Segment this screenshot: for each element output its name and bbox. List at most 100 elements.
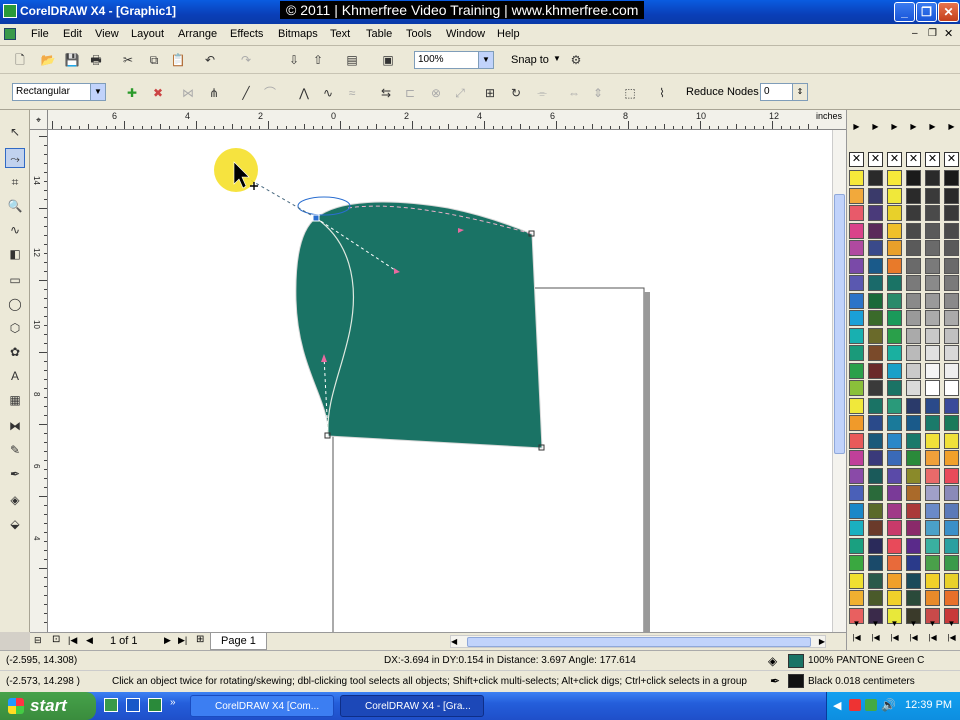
palette-swatch[interactable] [868, 537, 883, 554]
paste-icon[interactable]: 📋 [170, 52, 186, 68]
no-color-swatch[interactable]: ✕ [868, 152, 883, 167]
palette-swatch[interactable] [925, 555, 940, 571]
palette-swatch[interactable] [849, 380, 864, 396]
palette-swatch[interactable] [906, 467, 921, 484]
extract-subpath-icon[interactable]: ⊗ [428, 85, 444, 101]
palette-end-icon[interactable]: |◀ [868, 632, 883, 644]
palette-scroll-down-icon[interactable]: ▼ [906, 618, 921, 630]
quicklaunch-app-icon[interactable] [148, 698, 162, 712]
palette-swatch[interactable] [906, 502, 921, 519]
palette-swatch[interactable] [849, 257, 864, 274]
no-color-swatch[interactable]: ✕ [906, 152, 921, 167]
palette-swatch[interactable] [906, 345, 921, 361]
palette-swatch[interactable] [868, 240, 883, 256]
palette-swatch[interactable] [906, 187, 921, 204]
palette-swatch[interactable] [868, 380, 883, 396]
palette-swatch[interactable] [925, 292, 940, 309]
smooth-node-icon[interactable]: ∿ [320, 85, 336, 101]
palette-swatch[interactable] [925, 572, 940, 589]
palette-scroll-down-icon[interactable]: ▼ [925, 618, 940, 630]
fill-color-swatch[interactable] [788, 654, 804, 668]
palette-swatch[interactable] [887, 362, 902, 379]
scroll-left-icon[interactable]: ◀ [451, 637, 457, 646]
palette-swatch[interactable] [906, 380, 921, 396]
palette-swatch[interactable] [906, 432, 921, 449]
palette-swatch[interactable] [925, 205, 940, 221]
snap-to-button[interactable]: Snap to [511, 54, 549, 66]
drawing-canvas[interactable] [48, 130, 832, 632]
doc-restore-icon[interactable]: ❐ [928, 28, 937, 39]
edited-curve-shape[interactable] [295, 201, 543, 449]
palette-swatch[interactable] [925, 520, 940, 536]
crop-tool-icon[interactable]: ⌗ [5, 172, 25, 192]
palette-swatch[interactable] [868, 310, 883, 326]
palette-scroll-down-icon[interactable]: ▼ [887, 618, 902, 630]
palette-swatch[interactable] [925, 537, 940, 554]
palette-swatch[interactable] [887, 502, 902, 519]
palette-swatch[interactable] [944, 240, 959, 256]
palette-swatch[interactable] [849, 432, 864, 449]
palette-swatch[interactable] [849, 572, 864, 589]
shape-tool-icon[interactable]: ⤳ [5, 148, 25, 168]
basic-shapes-tool-icon[interactable]: ✿ [5, 342, 25, 362]
vertical-ruler[interactable]: 14 12 10 8 6 4 [30, 130, 48, 632]
palette-swatch[interactable] [868, 292, 883, 309]
palette-swatch[interactable] [944, 432, 959, 449]
palette-swatch[interactable] [849, 222, 864, 239]
palette-swatch[interactable] [868, 257, 883, 274]
menu-table[interactable]: Table [366, 28, 392, 40]
palette-scroll-down-icon[interactable]: ▼ [849, 618, 864, 630]
doc-close-icon[interactable]: ✕ [944, 27, 953, 40]
palette-swatch[interactable] [906, 397, 921, 414]
first-page-button[interactable]: ⊡ [52, 634, 60, 645]
extend-curve-icon[interactable]: ⊏ [402, 85, 418, 101]
menu-view[interactable]: View [95, 28, 119, 40]
cut-icon[interactable]: ✂ [120, 52, 136, 68]
align-nodes-icon[interactable]: ⊞ [482, 85, 498, 101]
palette-end-icon[interactable]: |◀ [849, 632, 864, 644]
palette-swatch[interactable] [887, 205, 902, 221]
table-tool-icon[interactable]: ▦ [5, 390, 25, 410]
palette-swatch[interactable] [925, 467, 940, 484]
palette-swatch[interactable] [868, 170, 883, 186]
palette-scroll-down-icon[interactable]: ▼ [944, 618, 959, 630]
palette-scroll-up-icon[interactable]: ▶ [849, 120, 864, 134]
palette-swatch[interactable] [906, 450, 921, 466]
elastic-mode-icon[interactable]: ⌯ [534, 85, 550, 101]
tray-arrow-icon[interactable]: ◀ [833, 699, 841, 712]
add-node-icon[interactable]: ✚ [124, 85, 140, 101]
quicklaunch-desktop-icon[interactable] [126, 698, 140, 712]
fill-tool-icon[interactable]: ◈ [5, 490, 25, 510]
palette-swatch[interactable] [944, 397, 959, 414]
palette-swatch[interactable] [868, 432, 883, 449]
import-icon[interactable]: ⇩ [286, 52, 302, 68]
palette-scroll-up-icon[interactable]: ▶ [944, 120, 959, 134]
palette-swatch[interactable] [887, 222, 902, 239]
palette-swatch[interactable] [887, 555, 902, 571]
palette-swatch[interactable] [944, 327, 959, 344]
palette-swatch[interactable] [944, 415, 959, 431]
palette-swatch[interactable] [944, 205, 959, 221]
palette-end-icon[interactable]: |◀ [887, 632, 902, 644]
palette-end-icon[interactable]: |◀ [906, 632, 921, 644]
quicklaunch-corel-icon[interactable] [104, 698, 118, 712]
zoom-level-select[interactable]: 100% ▼ [414, 51, 494, 69]
palette-swatch[interactable] [925, 590, 940, 606]
no-color-swatch[interactable]: ✕ [849, 152, 864, 167]
palette-swatch[interactable] [849, 205, 864, 221]
scroll-right-icon[interactable]: ▶ [819, 637, 825, 646]
palette-swatch[interactable] [925, 222, 940, 239]
palette-swatch[interactable] [925, 362, 940, 379]
palette-swatch[interactable] [944, 170, 959, 186]
new-doc-icon[interactable]: 🗋 [12, 52, 28, 68]
palette-swatch[interactable] [887, 310, 902, 326]
palette-end-icon[interactable]: |◀ [925, 632, 940, 644]
palette-swatch[interactable] [868, 222, 883, 239]
application-launcher-icon[interactable]: ▤ [344, 52, 360, 68]
copy-icon[interactable]: ⧉ [146, 52, 162, 68]
palette-swatch[interactable] [887, 485, 902, 501]
palette-swatch[interactable] [849, 502, 864, 519]
palette-swatch[interactable] [887, 187, 902, 204]
palette-swatch[interactable] [887, 327, 902, 344]
palette-swatch[interactable] [925, 415, 940, 431]
